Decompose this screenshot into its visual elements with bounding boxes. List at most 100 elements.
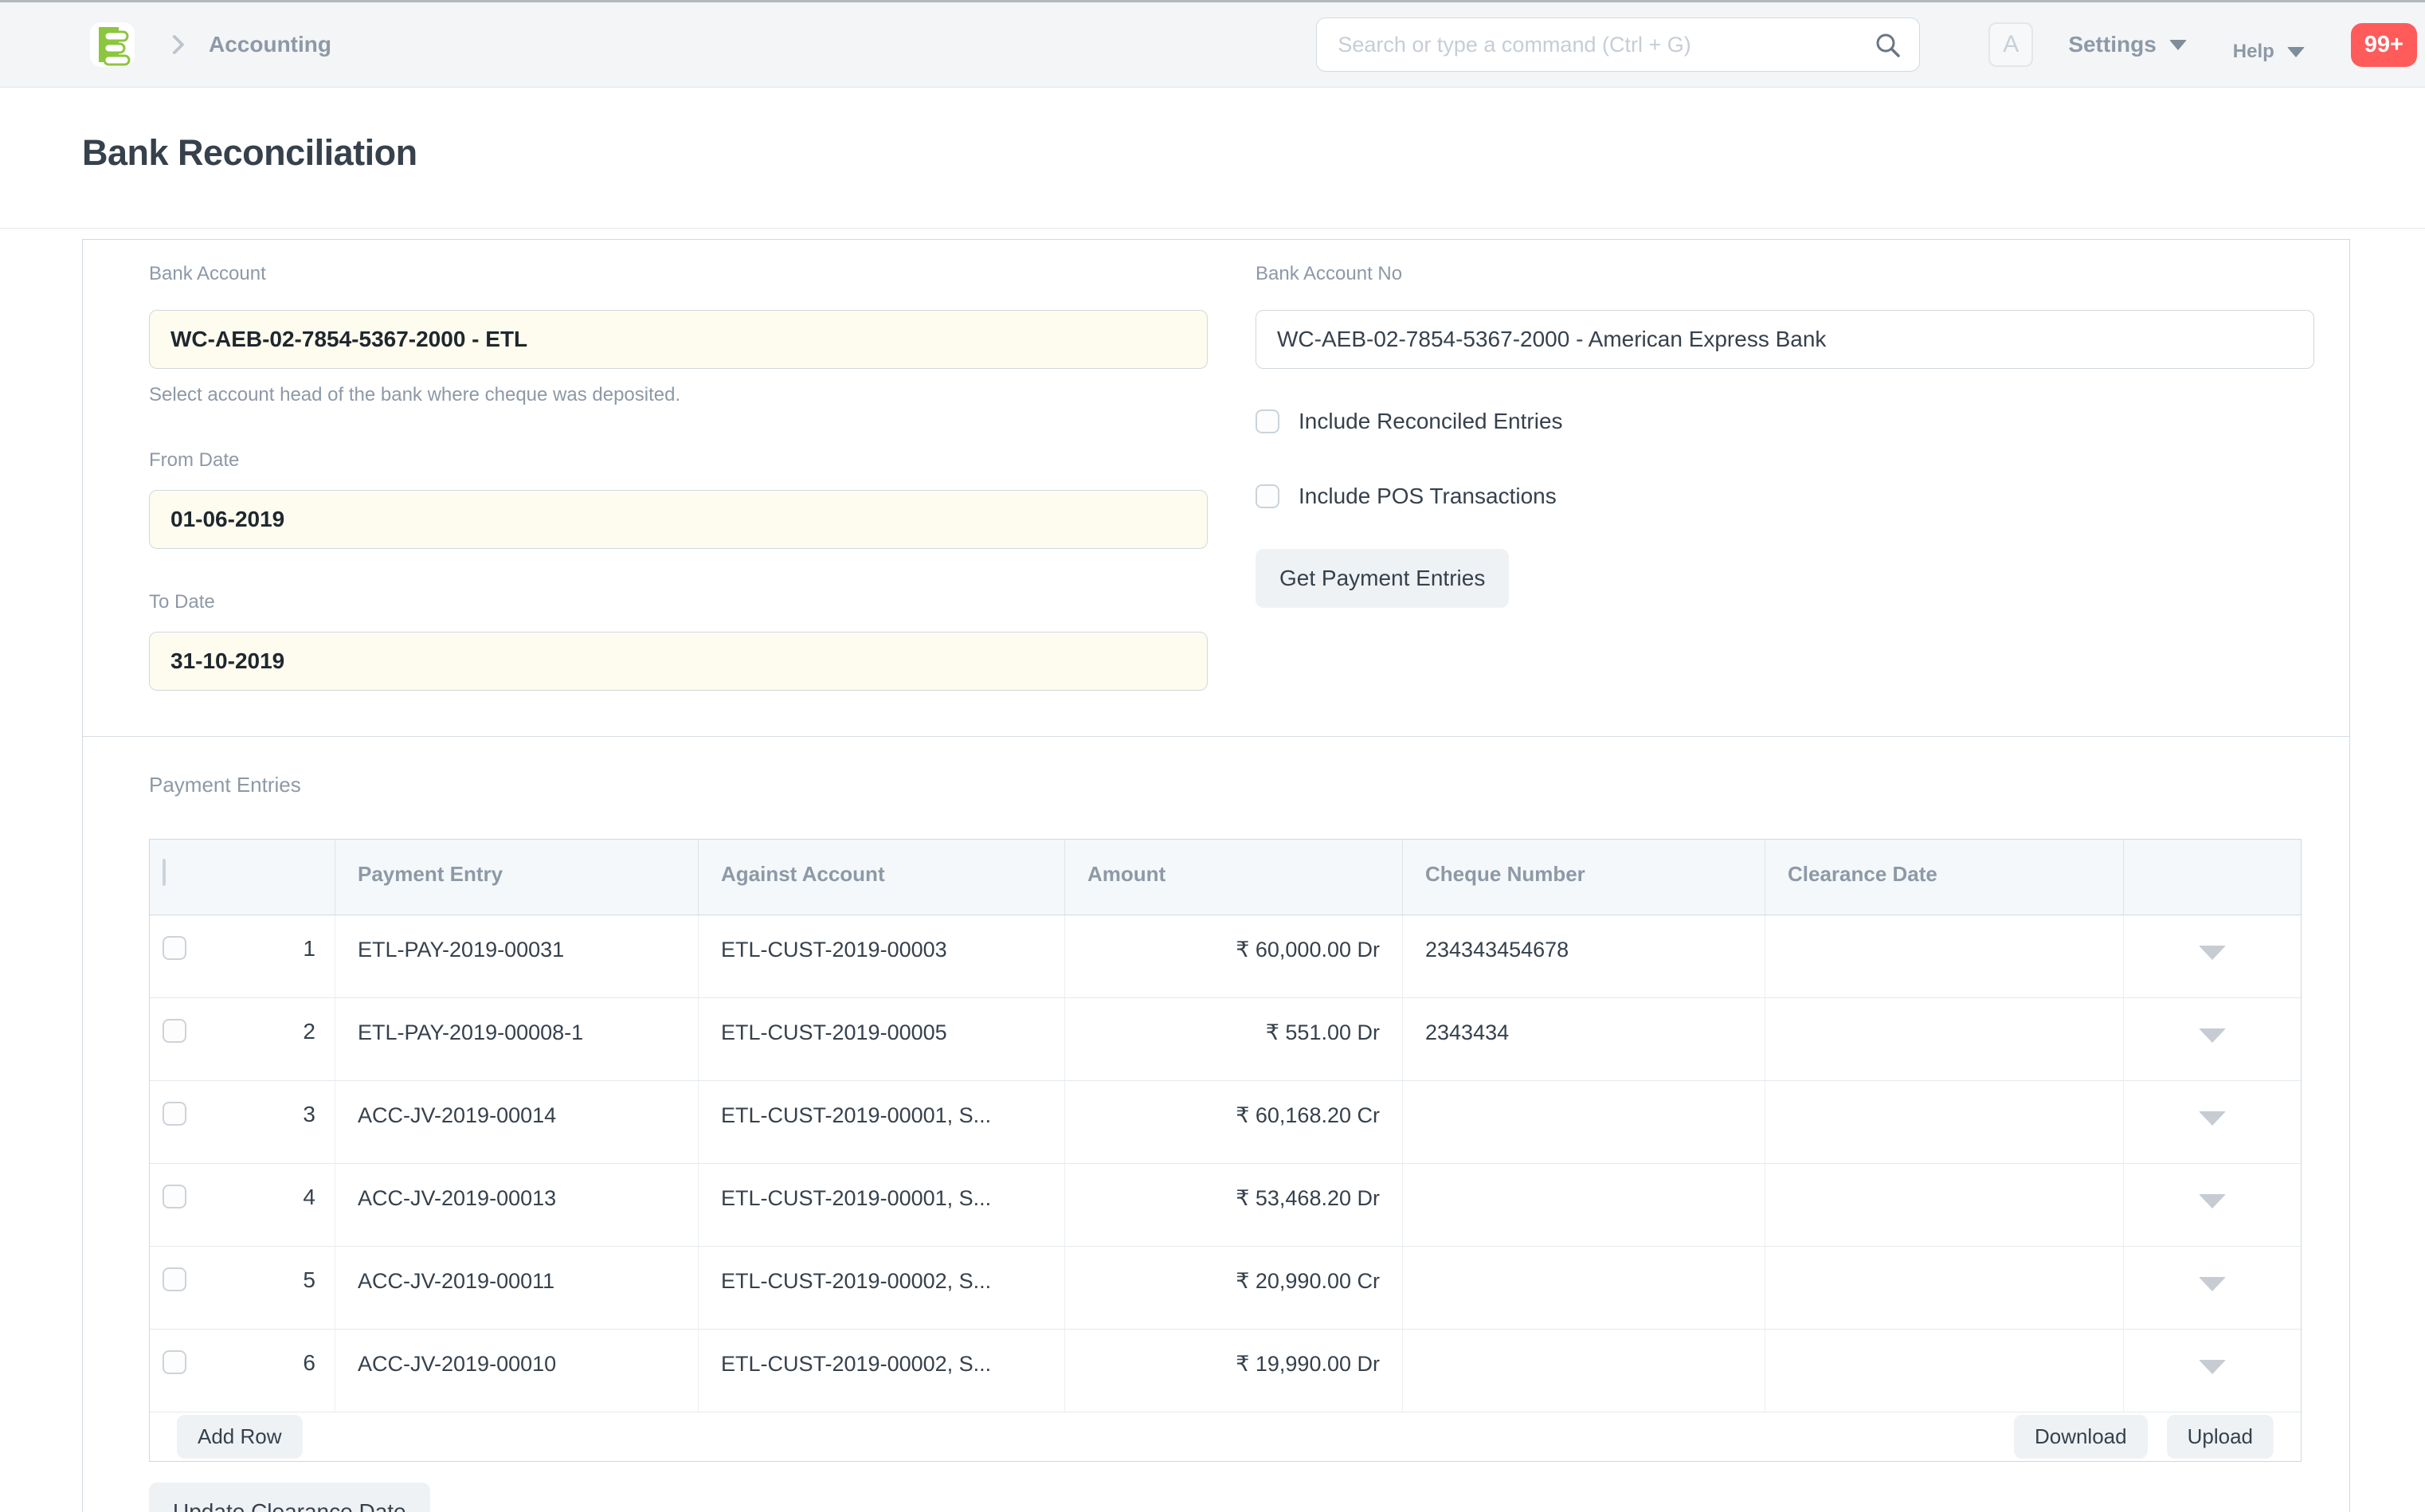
notifications-badge[interactable]: 99+ <box>2351 23 2417 67</box>
bank-account-help-text: Select account head of the bank where ch… <box>149 383 1208 407</box>
payment-entries-table: Payment Entry Against Account Amount Che… <box>149 839 2302 1462</box>
row-index: 2 <box>303 1019 315 1080</box>
clearance-date-cell[interactable] <box>1765 1164 2124 1247</box>
row-select-cell: 3 <box>150 1081 335 1164</box>
row-expand-cell <box>2124 998 2301 1081</box>
bank-account-no-label: Bank Account No <box>1256 262 2314 286</box>
payment-entry-cell[interactable]: ETL-PAY-2019-00008-1 <box>335 998 699 1081</box>
table-header-against-account: Against Account <box>699 840 1065 915</box>
to-date-input[interactable] <box>149 632 1208 691</box>
row-index: 3 <box>303 1102 315 1163</box>
global-search <box>1316 18 1920 72</box>
breadcrumb-accounting[interactable]: Accounting <box>209 32 331 57</box>
include-reconciled-entries-row: Include Reconciled Entries <box>1256 409 2314 434</box>
from-date-input[interactable] <box>149 490 1208 549</box>
update-clearance-date-button[interactable]: Update Clearance Date <box>149 1483 430 1512</box>
row-select-cell: 4 <box>150 1164 335 1247</box>
row-dropdown-icon[interactable] <box>2199 1277 2226 1291</box>
filters-section: Bank Account Select account head of the … <box>83 240 2349 737</box>
cheque-number-cell[interactable]: 234343454678 <box>1403 915 1765 998</box>
clearance-date-cell[interactable] <box>1765 1330 2124 1412</box>
include-pos-transactions-checkbox[interactable] <box>1256 484 1279 508</box>
bank-account-input[interactable] <box>149 310 1208 369</box>
against-account-cell[interactable]: ETL-CUST-2019-00002, S... <box>699 1330 1065 1412</box>
payment-entry-cell[interactable]: ACC-JV-2019-00014 <box>335 1081 699 1164</box>
search-input[interactable] <box>1317 18 1919 71</box>
assistant-button[interactable]: A <box>1988 22 2033 67</box>
against-account-cell[interactable]: ETL-CUST-2019-00002, S... <box>699 1247 1065 1330</box>
row-checkbox[interactable] <box>163 1102 186 1126</box>
row-select-cell: 5 <box>150 1247 335 1330</box>
amount-cell[interactable]: ₹ 60,168.20 Cr <box>1065 1081 1403 1164</box>
page-header: Bank Reconciliation <box>0 88 2425 229</box>
search-icon[interactable] <box>1875 32 1902 59</box>
row-checkbox[interactable] <box>163 1019 186 1043</box>
select-all-checkbox[interactable] <box>163 859 166 886</box>
row-dropdown-icon[interactable] <box>2199 1028 2226 1043</box>
clearance-date-cell[interactable] <box>1765 915 2124 998</box>
against-account-cell[interactable]: ETL-CUST-2019-00001, S... <box>699 1081 1065 1164</box>
include-reconciled-entries-label: Include Reconciled Entries <box>1299 409 1563 434</box>
include-reconciled-entries-checkbox[interactable] <box>1256 409 1279 433</box>
table-header-clearance-date: Clearance Date <box>1765 840 2124 915</box>
payment-entry-cell[interactable]: ACC-JV-2019-00010 <box>335 1330 699 1412</box>
row-select-cell: 1 <box>150 915 335 998</box>
payment-entry-cell[interactable]: ACC-JV-2019-00011 <box>335 1247 699 1330</box>
row-expand-cell <box>2124 1247 2301 1330</box>
row-dropdown-icon[interactable] <box>2199 1194 2226 1208</box>
clearance-date-cell[interactable] <box>1765 1247 2124 1330</box>
against-account-cell[interactable]: ETL-CUST-2019-00005 <box>699 998 1065 1081</box>
row-expand-cell <box>2124 1081 2301 1164</box>
row-dropdown-icon[interactable] <box>2199 1360 2226 1374</box>
row-checkbox[interactable] <box>163 1185 186 1208</box>
row-index: 1 <box>303 936 315 997</box>
bank-account-label: Bank Account <box>149 262 1208 286</box>
payment-entry-cell[interactable]: ETL-PAY-2019-00031 <box>335 915 699 998</box>
cheque-number-cell[interactable] <box>1403 1164 1765 1247</box>
clearance-date-cell[interactable] <box>1765 998 2124 1081</box>
table-header-payment-entry: Payment Entry <box>335 840 699 915</box>
row-expand-cell <box>2124 1164 2301 1247</box>
download-button[interactable]: Download <box>2014 1415 2148 1459</box>
row-checkbox[interactable] <box>163 1350 186 1374</box>
table-header-amount: Amount <box>1065 840 1403 915</box>
settings-menu[interactable]: Settings <box>2068 32 2186 57</box>
row-index: 5 <box>303 1267 315 1329</box>
payment-entries-section: Payment Entries Payment Entry Against Ac… <box>83 737 2349 1512</box>
amount-cell[interactable]: ₹ 551.00 Dr <box>1065 998 1403 1081</box>
amount-cell[interactable]: ₹ 60,000.00 Dr <box>1065 915 1403 998</box>
cheque-number-cell[interactable] <box>1403 1330 1765 1412</box>
row-select-cell: 2 <box>150 998 335 1081</box>
clearance-date-cell[interactable] <box>1765 1081 2124 1164</box>
get-payment-entries-button[interactable]: Get Payment Entries <box>1256 549 1509 608</box>
row-dropdown-icon[interactable] <box>2199 1111 2226 1126</box>
cheque-number-cell[interactable] <box>1403 1247 1765 1330</box>
chevron-down-icon <box>2169 40 2187 50</box>
upload-button[interactable]: Upload <box>2167 1415 2274 1459</box>
help-menu[interactable]: Help <box>2233 40 2305 64</box>
help-label: Help <box>2233 40 2274 64</box>
erpnext-logo[interactable] <box>89 22 135 68</box>
against-account-cell[interactable]: ETL-CUST-2019-00001, S... <box>699 1164 1065 1247</box>
to-date-label: To Date <box>149 590 1208 614</box>
form-card: Bank Account Select account head of the … <box>82 239 2350 1512</box>
table-footer: Add Row Download Upload <box>150 1412 2301 1461</box>
row-checkbox[interactable] <box>163 936 186 960</box>
amount-cell[interactable]: ₹ 53,468.20 Dr <box>1065 1164 1403 1247</box>
from-date-label: From Date <box>149 449 1208 472</box>
against-account-cell[interactable]: ETL-CUST-2019-00003 <box>699 915 1065 998</box>
row-dropdown-icon[interactable] <box>2199 946 2226 960</box>
bank-account-no-input[interactable] <box>1256 310 2314 369</box>
add-row-button[interactable]: Add Row <box>177 1415 303 1459</box>
amount-cell[interactable]: ₹ 19,990.00 Dr <box>1065 1330 1403 1412</box>
cheque-number-cell[interactable]: 2343434 <box>1403 998 1765 1081</box>
table-header-select <box>150 840 335 915</box>
chevron-down-icon <box>2287 47 2305 57</box>
cheque-number-cell[interactable] <box>1403 1081 1765 1164</box>
amount-cell[interactable]: ₹ 20,990.00 Cr <box>1065 1247 1403 1330</box>
payment-entries-section-label: Payment Entries <box>149 772 2349 797</box>
settings-label: Settings <box>2068 32 2156 57</box>
payment-entry-cell[interactable]: ACC-JV-2019-00013 <box>335 1164 699 1247</box>
row-index: 6 <box>303 1350 315 1412</box>
row-checkbox[interactable] <box>163 1267 186 1291</box>
